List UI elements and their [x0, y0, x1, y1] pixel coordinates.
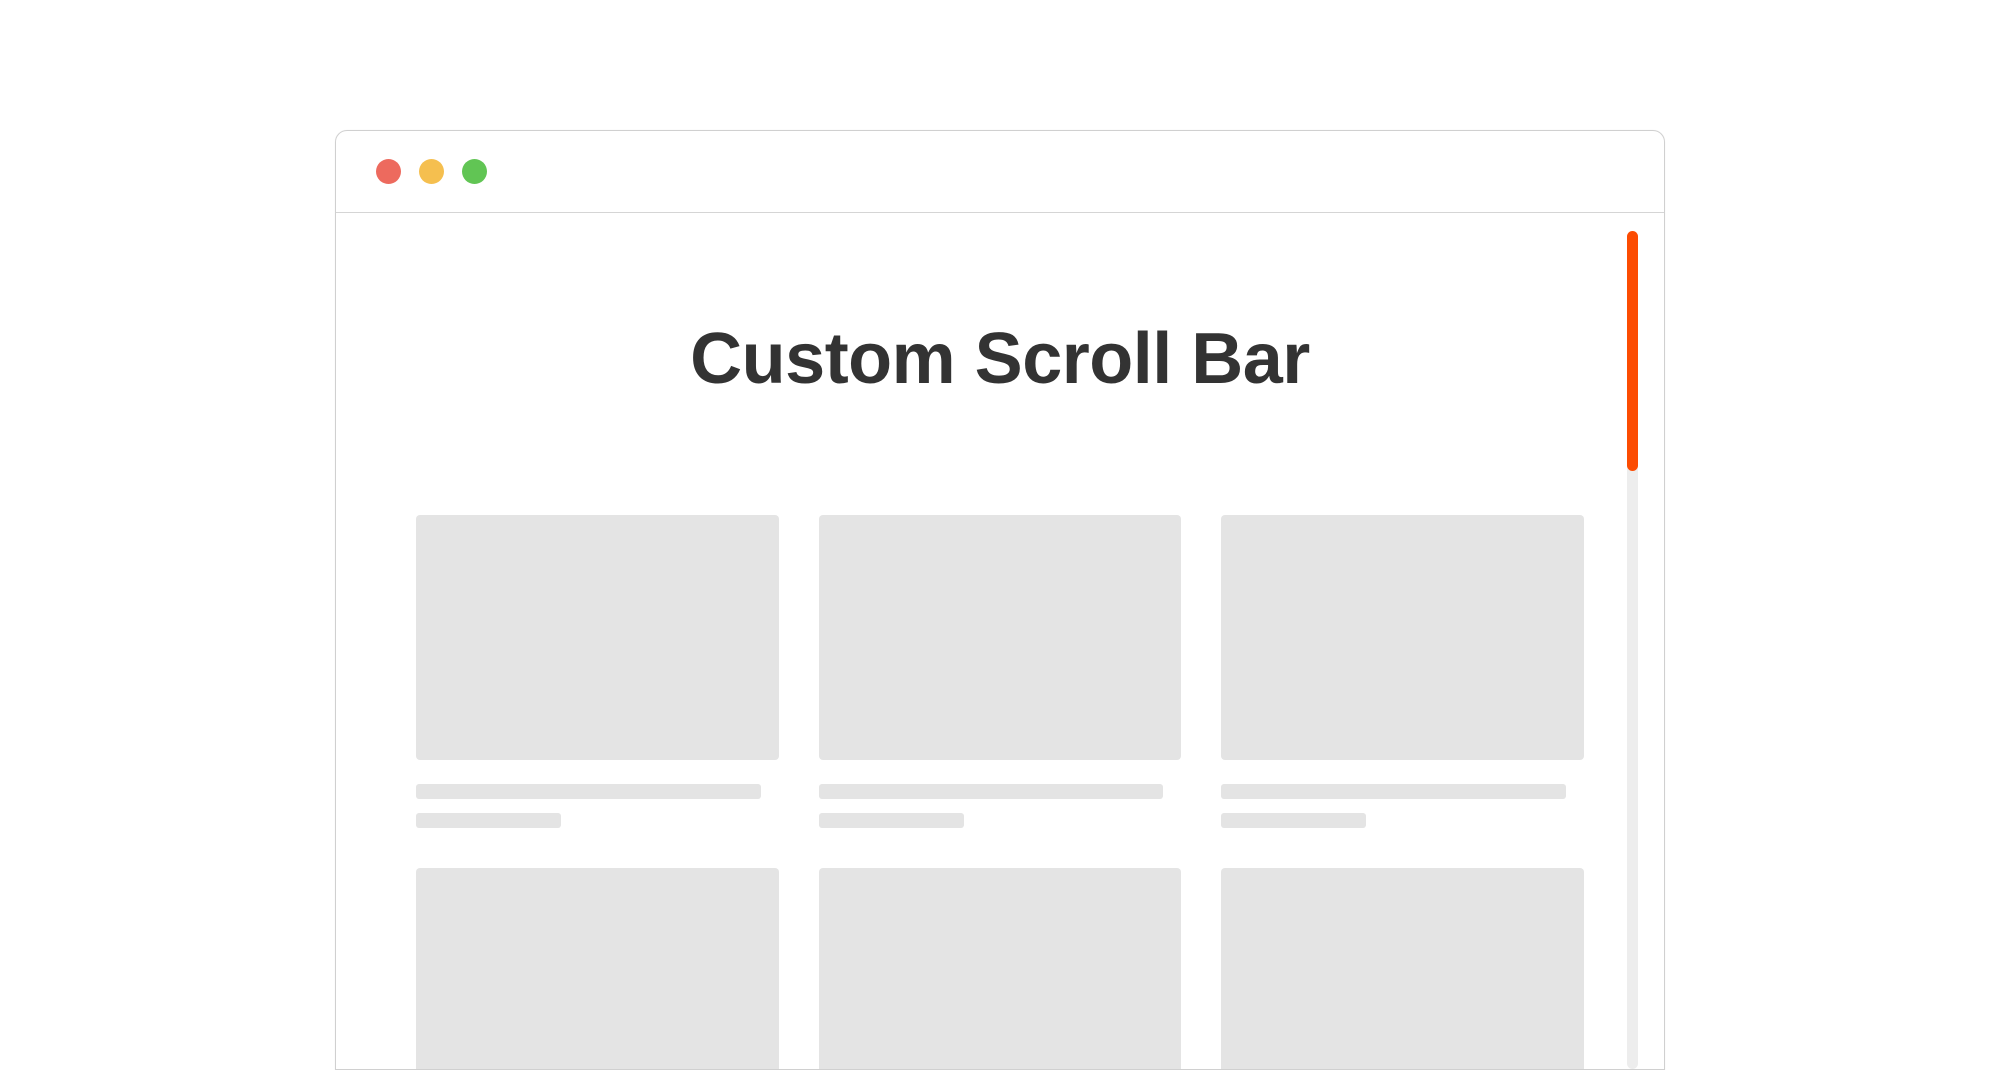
- placeholder-image: [819, 515, 1182, 760]
- minimize-icon[interactable]: [419, 159, 444, 184]
- placeholder-text-line: [1221, 813, 1366, 828]
- placeholder-card: [416, 515, 779, 828]
- placeholder-image: [1221, 515, 1584, 760]
- window-titlebar: [336, 131, 1664, 213]
- maximize-icon[interactable]: [462, 159, 487, 184]
- card-grid: [416, 515, 1584, 1069]
- placeholder-text-line: [416, 813, 561, 828]
- scrollbar-thumb[interactable]: [1627, 231, 1638, 471]
- placeholder-image: [416, 515, 779, 760]
- placeholder-text-line: [819, 813, 964, 828]
- browser-window: Custom Scroll Bar: [335, 130, 1665, 1070]
- placeholder-card: [819, 868, 1182, 1069]
- page-title: Custom Scroll Bar: [416, 318, 1584, 400]
- placeholder-card: [1221, 515, 1584, 828]
- placeholder-image: [819, 868, 1182, 1069]
- traffic-lights: [376, 159, 487, 184]
- placeholder-card: [1221, 868, 1584, 1069]
- placeholder-card: [416, 868, 779, 1069]
- main-content: Custom Scroll Bar: [336, 213, 1664, 1069]
- placeholder-text-line: [819, 784, 1164, 799]
- placeholder-text-line: [1221, 784, 1566, 799]
- placeholder-text-line: [416, 784, 761, 799]
- placeholder-image: [416, 868, 779, 1069]
- placeholder-card: [819, 515, 1182, 828]
- close-icon[interactable]: [376, 159, 401, 184]
- placeholder-image: [1221, 868, 1584, 1069]
- content-area: Custom Scroll Bar: [336, 213, 1664, 1069]
